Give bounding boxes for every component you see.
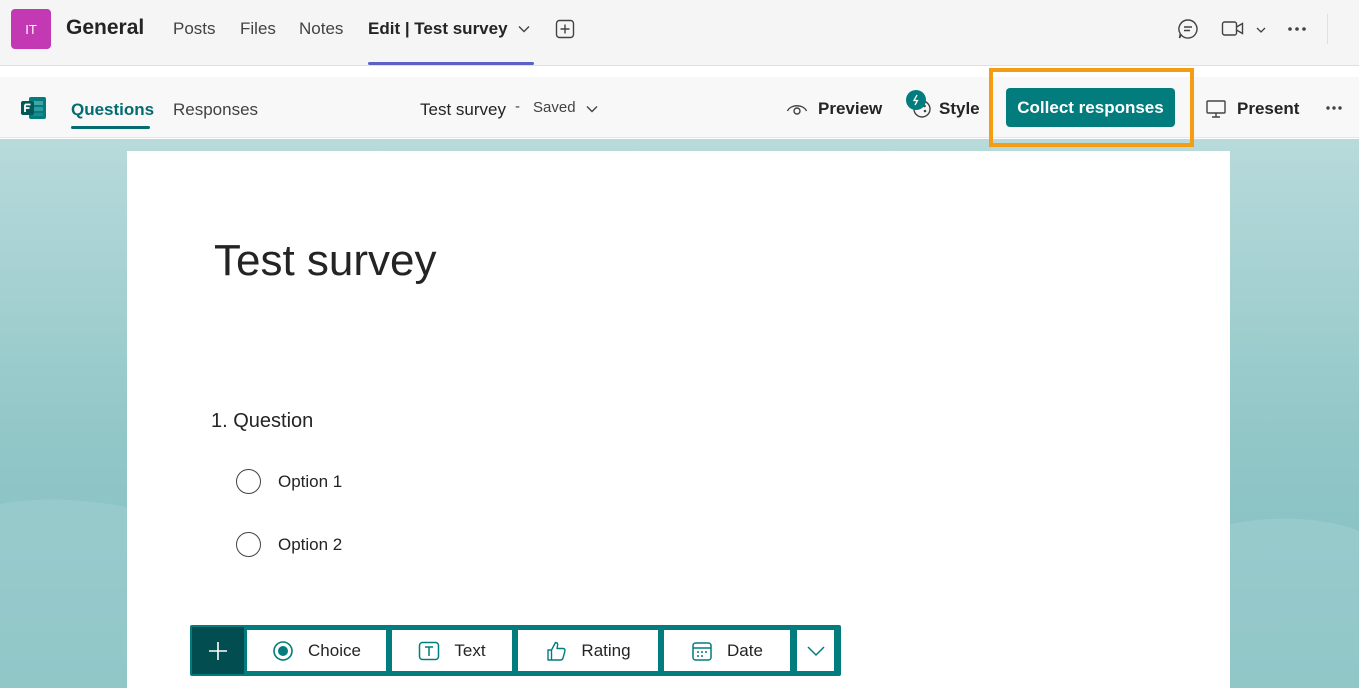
- radio-button[interactable]: [236, 469, 261, 494]
- style-badge-icon: [906, 90, 926, 110]
- text-question-button[interactable]: Text: [392, 630, 512, 671]
- text-box-icon: [419, 641, 440, 660]
- chevron-down-icon[interactable]: [517, 22, 531, 36]
- channel-name: General: [66, 16, 145, 39]
- date-question-button[interactable]: Date: [664, 630, 790, 671]
- question-title[interactable]: 1. Question: [211, 410, 313, 433]
- video-call-icon[interactable]: [1221, 18, 1245, 40]
- tab-responses[interactable]: Responses: [173, 100, 258, 120]
- more-question-types-button[interactable]: [797, 630, 834, 671]
- option-row[interactable]: Option 2: [236, 532, 342, 557]
- choice-question-button[interactable]: Choice: [247, 630, 386, 671]
- team-initials: IT: [25, 21, 37, 37]
- option-row[interactable]: Option 1: [236, 469, 342, 494]
- team-avatar[interactable]: IT: [11, 9, 51, 49]
- tab-posts[interactable]: Posts: [173, 19, 216, 39]
- style-label: Style: [939, 99, 980, 118]
- date-label: Date: [727, 640, 763, 660]
- forms-logo-icon: [21, 97, 46, 119]
- title-separator: -: [515, 98, 520, 115]
- more-options-icon[interactable]: [1287, 26, 1307, 32]
- rating-label: Rating: [581, 640, 631, 660]
- rating-question-button[interactable]: Rating: [518, 630, 658, 671]
- option-label: Option 2: [278, 534, 343, 554]
- collect-responses-button[interactable]: Collect responses: [1006, 88, 1175, 127]
- calendar-icon: [692, 641, 712, 661]
- text-label: Text: [454, 640, 486, 660]
- chevron-down-icon: [806, 645, 825, 656]
- plus-icon: [209, 641, 227, 660]
- tab-questions[interactable]: Questions: [71, 100, 154, 120]
- present-button[interactable]: Present: [1205, 99, 1299, 119]
- add-question-button[interactable]: [192, 627, 244, 674]
- save-status: Saved: [533, 99, 576, 116]
- collect-responses-label: Collect responses: [1017, 97, 1164, 117]
- header-divider: [1327, 14, 1328, 44]
- questions-tab-indicator: [71, 126, 150, 129]
- present-icon: [1206, 100, 1226, 118]
- add-tab-icon[interactable]: [555, 19, 575, 39]
- chevron-down-icon[interactable]: [585, 102, 599, 116]
- option-label: Option 1: [278, 471, 343, 491]
- form-title[interactable]: Test survey: [214, 236, 437, 286]
- tab-notes[interactable]: Notes: [299, 19, 343, 39]
- teams-header: IT General Posts Files Notes Edit | Test…: [0, 0, 1359, 66]
- choice-label: Choice: [308, 640, 361, 660]
- eye-icon: [786, 105, 808, 115]
- thumbs-up-icon: [547, 641, 567, 661]
- radio-button[interactable]: [236, 532, 261, 557]
- tab-edit-test-survey[interactable]: Edit | Test survey: [368, 19, 508, 39]
- present-label: Present: [1237, 99, 1300, 118]
- preview-button[interactable]: Preview: [786, 99, 882, 119]
- call-options-chevron-icon[interactable]: [1255, 24, 1267, 36]
- preview-label: Preview: [818, 99, 883, 118]
- active-tab-indicator: [368, 62, 534, 65]
- survey-title[interactable]: Test survey: [420, 100, 506, 120]
- radio-choice-icon: [273, 640, 293, 661]
- more-options-icon[interactable]: [1325, 105, 1343, 111]
- chat-icon[interactable]: [1177, 18, 1199, 40]
- tab-files[interactable]: Files: [240, 19, 276, 39]
